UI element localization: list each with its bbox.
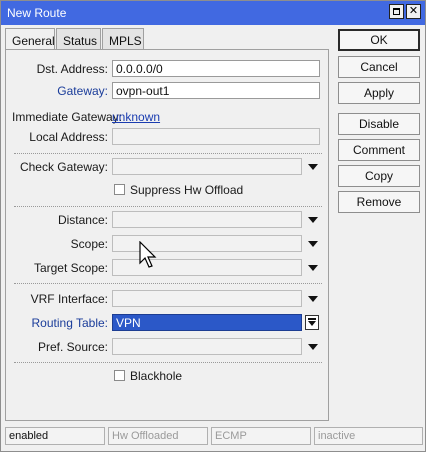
tab-status-label: Status bbox=[63, 34, 98, 48]
blackhole-label: Blackhole bbox=[130, 369, 183, 383]
maximize-icon[interactable] bbox=[389, 4, 404, 19]
vrf-interface-label: VRF Interface: bbox=[30, 292, 108, 306]
target-scope-label: Target Scope: bbox=[33, 261, 108, 275]
disable-button[interactable]: Disable bbox=[338, 113, 420, 135]
routing-table-select[interactable]: VPN bbox=[112, 314, 302, 331]
tab-general[interactable]: General bbox=[5, 28, 55, 51]
dst-address-label: Dst. Address: bbox=[36, 62, 108, 76]
gateway-input[interactable]: ovpn-out1 bbox=[112, 82, 320, 99]
chevron-down-icon[interactable] bbox=[308, 344, 318, 350]
dst-address-input[interactable]: 0.0.0.0/0 bbox=[112, 60, 320, 77]
chevron-down-icon[interactable] bbox=[308, 241, 318, 247]
status-inactive: inactive bbox=[314, 427, 423, 445]
routing-table-dropdown-button[interactable] bbox=[305, 315, 319, 330]
window-title: New Route bbox=[7, 6, 67, 20]
chevron-down-icon[interactable] bbox=[308, 296, 318, 302]
local-address-field bbox=[112, 128, 320, 145]
separator bbox=[14, 206, 322, 207]
title-bar[interactable]: New Route ✕ bbox=[1, 1, 425, 25]
chevron-down-icon[interactable] bbox=[308, 265, 318, 271]
vrf-interface-select[interactable] bbox=[112, 290, 302, 307]
status-ecmp: ECMP bbox=[211, 427, 311, 445]
remove-button[interactable]: Remove bbox=[338, 191, 420, 213]
suppress-hw-offload-label: Suppress Hw Offload bbox=[130, 183, 244, 197]
tab-general-label: General bbox=[12, 34, 55, 48]
chevron-down-icon[interactable] bbox=[308, 217, 318, 223]
chevron-down-icon[interactable] bbox=[308, 164, 318, 170]
distance-label: Distance: bbox=[57, 213, 108, 227]
immediate-gateway-label: Immediate Gateway: bbox=[12, 110, 123, 124]
status-hw-offloaded: Hw Offloaded bbox=[108, 427, 208, 445]
suppress-hw-offload-checkbox[interactable] bbox=[114, 184, 125, 195]
check-gateway-label: Check Gateway: bbox=[19, 160, 108, 174]
routing-table-label: Routing Table: bbox=[31, 316, 109, 330]
blackhole-checkbox[interactable] bbox=[114, 370, 125, 381]
separator bbox=[14, 283, 322, 284]
copy-button[interactable]: Copy bbox=[338, 165, 420, 187]
apply-button[interactable]: Apply bbox=[338, 82, 420, 104]
mouse-cursor-icon bbox=[139, 241, 157, 268]
distance-select[interactable] bbox=[112, 211, 302, 228]
tab-mpls[interactable]: MPLS bbox=[102, 28, 144, 50]
pref-source-select[interactable] bbox=[112, 338, 302, 355]
status-enabled: enabled bbox=[5, 427, 105, 445]
new-route-window: New Route ✕ General Status MPLS Dst. Add… bbox=[0, 0, 426, 452]
gateway-label: Gateway: bbox=[57, 84, 108, 98]
general-panel: Dst. Address: 0.0.0.0/0 Gateway: ovpn-ou… bbox=[5, 49, 329, 421]
separator bbox=[14, 362, 322, 363]
tab-status[interactable]: Status bbox=[56, 28, 101, 50]
check-gateway-select[interactable] bbox=[112, 158, 302, 175]
scope-label: Scope: bbox=[70, 237, 108, 251]
separator bbox=[14, 153, 322, 154]
immediate-gateway-value[interactable]: unknown bbox=[112, 110, 160, 124]
pref-source-label: Pref. Source: bbox=[37, 340, 108, 354]
comment-button[interactable]: Comment bbox=[338, 139, 420, 161]
tab-mpls-label: MPLS bbox=[109, 34, 142, 48]
status-bar: enabled Hw Offloaded ECMP inactive bbox=[5, 427, 423, 445]
close-icon[interactable]: ✕ bbox=[406, 4, 421, 19]
local-address-label: Local Address: bbox=[29, 130, 108, 144]
ok-button[interactable]: OK bbox=[338, 29, 420, 51]
cancel-button[interactable]: Cancel bbox=[338, 56, 420, 78]
